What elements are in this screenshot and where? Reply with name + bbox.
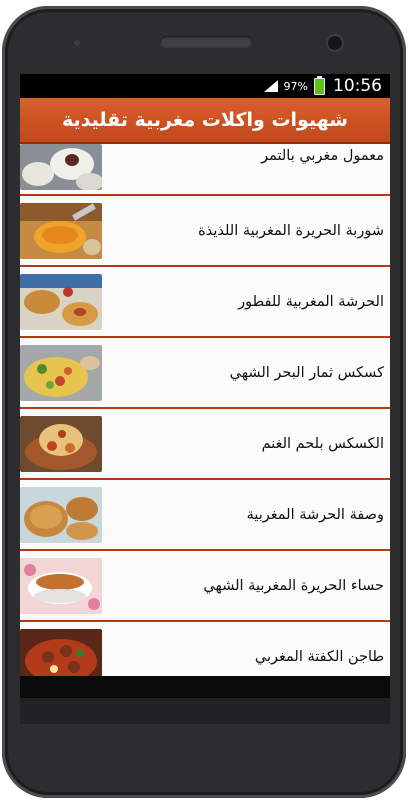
recipe-list-item[interactable]: معمول مغربي بالتمر	[20, 144, 390, 196]
harira-soup-image	[20, 202, 102, 259]
recipe-list-item[interactable]: الحرشة المغربية للفطور	[20, 267, 390, 338]
lamb-couscous-image	[20, 415, 102, 472]
navigation-bar	[20, 698, 390, 724]
list-bottom-bar	[20, 676, 390, 698]
clock: 10:56	[333, 76, 382, 96]
earpiece-speaker	[160, 36, 252, 48]
recipe-list-item[interactable]: طاجن الكفتة المغربي	[20, 622, 390, 676]
recipe-title: الحرشة المغربية للفطور	[238, 293, 384, 310]
harira-bowl-image	[20, 557, 102, 614]
kefta-tagine-image	[20, 628, 102, 676]
action-bar: شهيوات واكلات مغربية تقليدية	[20, 98, 390, 144]
phone-frame: 97% 10:56 شهيوات واكلات مغربية تقليدية م…	[2, 6, 406, 798]
app-title: شهيوات واكلات مغربية تقليدية	[62, 109, 348, 131]
battery-percent: 97%	[283, 79, 308, 93]
signal-icon	[263, 80, 278, 92]
status-bar: 97% 10:56	[20, 74, 390, 98]
recipe-list-item[interactable]: الكسكس بلحم الغنم	[20, 409, 390, 480]
recipe-list-item[interactable]: وصفة الحرشة المغربية	[20, 480, 390, 551]
harcha-recipe-image	[20, 486, 102, 543]
screen: 97% 10:56 شهيوات واكلات مغربية تقليدية م…	[20, 74, 390, 724]
recipe-title: معمول مغربي بالتمر	[261, 148, 384, 164]
proximity-sensor	[74, 40, 80, 46]
recipe-list-item[interactable]: كسكس ثمار البحر الشهي	[20, 338, 390, 409]
recipe-title: طاجن الكفتة المغربي	[254, 648, 384, 665]
harcha-breakfast-image	[20, 273, 102, 330]
recipe-title: الكسكس بلحم الغنم	[261, 435, 384, 452]
battery-icon	[314, 75, 325, 95]
recipe-list-item[interactable]: شوربة الحريرة المغربية اللذيذة	[20, 196, 390, 267]
recipe-title: شوربة الحريرة المغربية اللذيذة	[198, 222, 384, 239]
front-camera	[328, 36, 342, 50]
seafood-couscous-image	[20, 344, 102, 401]
maamoul-image	[20, 144, 102, 190]
recipe-list-item[interactable]: حساء الحريرة المغربية الشهي	[20, 551, 390, 622]
recipe-title: وصفة الحرشة المغربية	[246, 506, 384, 523]
recipe-list[interactable]: معمول مغربي بالتمر شوربة الحريرة المغربي…	[20, 144, 390, 676]
recipe-title: حساء الحريرة المغربية الشهي	[203, 577, 384, 594]
recipe-title: كسكس ثمار البحر الشهي	[229, 364, 384, 381]
